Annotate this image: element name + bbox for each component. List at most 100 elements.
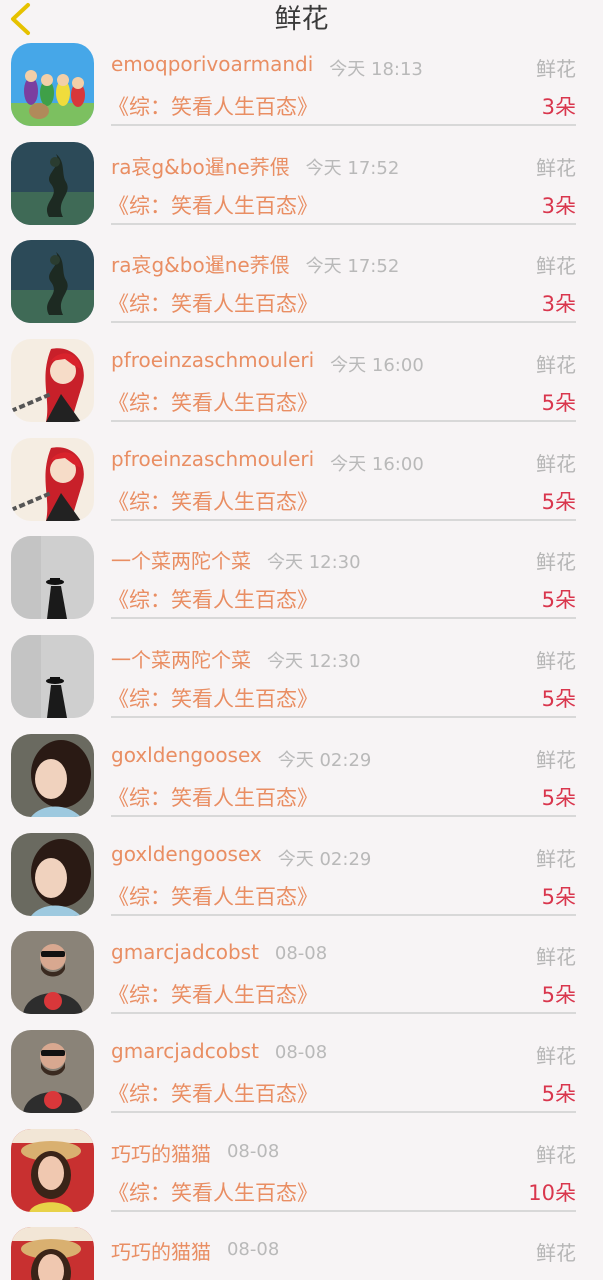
book-title[interactable]: 《综：笑看人生百态》 — [108, 91, 318, 121]
user-name[interactable]: 巧巧的猫猫 — [111, 1138, 211, 1167]
list-item[interactable]: 一个菜两陀个菜 今天 12:30 鲜花《综：笑看人生百态》 5朵 — [0, 533, 603, 632]
avatar[interactable] — [11, 437, 94, 521]
book-title[interactable]: 《综：笑看人生百态》 — [108, 683, 318, 713]
list-item[interactable]: 巧巧的猫猫 08-08 鲜花《综：笑看人生百态》 10朵 — [0, 1224, 603, 1280]
avatar[interactable] — [11, 1128, 94, 1212]
avatar[interactable] — [11, 43, 94, 126]
book-title[interactable]: 《综：笑看人生百态》 — [108, 584, 318, 614]
divider — [111, 1110, 576, 1113]
book-title[interactable]: 《综：笑看人生百态》 — [108, 190, 318, 220]
flower-label: 鲜花 — [536, 155, 576, 180]
divider — [111, 321, 576, 324]
avatar[interactable] — [11, 536, 94, 620]
book-title[interactable]: 《综：笑看人生百态》 — [108, 486, 318, 516]
flower-count: 5朵 — [541, 687, 576, 712]
timestamp: 今天 16:00 — [330, 453, 424, 475]
timestamp: 08-08 — [226, 1140, 280, 1162]
user-name[interactable]: 巧巧的猫猫 — [111, 1236, 211, 1265]
book-title[interactable]: 《综：笑看人生百态》 — [108, 1177, 318, 1207]
divider — [111, 222, 576, 225]
divider — [111, 814, 576, 817]
list-item[interactable]: pfroeinzaschmouleri 今天 16:00 鲜花 《综：笑看人生百态》 5… — [0, 336, 603, 435]
timestamp: 08-08 — [274, 943, 328, 965]
user-name[interactable]: ra哀g&bo暹ne荞偎 — [111, 249, 290, 278]
avatar[interactable] — [11, 339, 94, 423]
flower-label: 鲜花 — [536, 1241, 576, 1266]
avatar[interactable] — [11, 141, 94, 225]
timestamp: 今天 12:30 — [266, 651, 361, 673]
flower-list: emoqporivoarmandi 今天 18:13 鲜花 《综：笑看人生百态》 3朵 … — [0, 40, 603, 1280]
flower-label: 鲜花 — [536, 747, 576, 772]
flower-label: 鲜花 — [536, 1043, 576, 1068]
timestamp: 今天 12:30 — [266, 552, 361, 574]
book-title[interactable]: 《综：笑看人生百态》 — [108, 782, 318, 812]
flower-count: 5朵 — [541, 391, 576, 416]
timestamp: 08-08 — [226, 1239, 280, 1261]
divider — [111, 420, 576, 423]
avatar[interactable] — [11, 1029, 94, 1113]
flower-count: 5朵 — [541, 983, 576, 1008]
divider — [111, 617, 576, 620]
list-item[interactable]: gmarcjadcobst 08-08 鲜花《综：笑看人生百态》 5朵 — [0, 1027, 603, 1126]
list-item[interactable]: 巧巧的猫猫 08-08 鲜花《综：笑看人生百态》 10朵 — [0, 1126, 603, 1225]
list-item[interactable]: 一个菜两陀个菜 今天 12:30 鲜花《综：笑看人生百态》 5朵 — [0, 632, 603, 731]
book-title[interactable]: 《综：笑看人生百态》 — [108, 881, 318, 911]
user-name[interactable]: goxldengoosex — [111, 842, 262, 866]
list-item[interactable]: gmarcjadcobst 08-08 鲜花 《综：笑看人生百态》 5朵 — [0, 928, 603, 1027]
avatar[interactable] — [11, 240, 94, 324]
user-name[interactable]: goxldengoosex — [111, 743, 262, 767]
avatar[interactable] — [11, 1227, 94, 1280]
flower-label: 鲜花 — [536, 1142, 576, 1167]
book-title[interactable]: 《综：笑看人生百态》 — [108, 1275, 318, 1280]
user-name[interactable]: gmarcjadcobst — [111, 1039, 259, 1063]
user-name[interactable]: pfroeinzaschmouleri — [111, 348, 314, 372]
flower-count: 5朵 — [541, 489, 576, 514]
avatar[interactable] — [11, 635, 94, 719]
book-title[interactable]: 《综：笑看人生百态》 — [108, 979, 318, 1009]
timestamp: 08-08 — [274, 1041, 328, 1063]
book-title[interactable]: 《综：笑看人生百态》 — [108, 387, 318, 417]
user-name[interactable]: 一个菜两陀个菜 — [111, 644, 251, 673]
avatar[interactable] — [11, 733, 94, 817]
timestamp: 今天 16:00 — [330, 355, 424, 377]
flower-label: 鲜花 — [536, 57, 576, 81]
divider — [111, 518, 576, 521]
list-item[interactable]: emoqporivoarmandi 今天 18:13 鲜花 《综：笑看人生百态》 3朵 — [0, 40, 603, 139]
timestamp: 今天 02:29 — [277, 749, 372, 771]
list-item[interactable]: goxldengoosex 今天 02:29 鲜花《综：笑看人生百态》 5朵 — [0, 830, 603, 929]
flower-count: 10朵 — [528, 1275, 576, 1280]
flower-count: 5朵 — [541, 1081, 576, 1106]
flower-label: 鲜花 — [536, 846, 576, 871]
timestamp: 今天 02:29 — [277, 848, 372, 870]
list-item[interactable]: ra哀g&bo暹ne荞偎 今天 17:52 鲜花 《综：笑看人生百态》 3朵 — [0, 139, 603, 238]
avatar[interactable] — [11, 931, 94, 1015]
book-title[interactable]: 《综：笑看人生百态》 — [108, 288, 318, 318]
user-name[interactable]: gmarcjadcobst — [111, 940, 259, 964]
timestamp: 今天 17:52 — [305, 157, 400, 179]
flower-label: 鲜花 — [536, 649, 576, 674]
header-bar: 鲜花 — [0, 0, 603, 40]
book-title[interactable]: 《综：笑看人生百态》 — [108, 1078, 318, 1108]
flower-label: 鲜花 — [536, 451, 576, 476]
user-name[interactable]: pfroeinzaschmouleri — [111, 447, 314, 471]
flower-label: 鲜花 — [536, 550, 576, 575]
user-name[interactable]: emoqporivoarmandi — [111, 52, 313, 76]
flower-count: 5朵 — [541, 884, 576, 909]
list-item[interactable]: goxldengoosex 今天 02:29 鲜花《综：笑看人生百态》 5朵 — [0, 731, 603, 830]
user-name[interactable]: 一个菜两陀个菜 — [111, 545, 251, 574]
user-name[interactable]: ra哀g&bo暹ne荞偎 — [111, 151, 290, 180]
flower-count: 5朵 — [541, 588, 576, 613]
flower-count: 10朵 — [528, 1180, 576, 1205]
divider — [111, 124, 576, 126]
page-title: 鲜花 — [274, 4, 329, 35]
flower-label: 鲜花 — [536, 254, 576, 279]
divider — [111, 716, 576, 719]
avatar[interactable] — [11, 832, 94, 916]
divider — [111, 1209, 576, 1212]
list-item[interactable]: pfroeinzaschmouleri 今天 16:00 鲜花《综：笑看人生百态》 5… — [0, 435, 603, 534]
list-item[interactable]: ra哀g&bo暹ne荞偎 今天 17:52 鲜花 《综：笑看人生百态》 3朵 — [0, 237, 603, 336]
app-screen: 鲜花 emoqporivoarmandi 今天 18:13 鲜花 《综：笑看人生百态》… — [0, 0, 603, 1280]
divider — [111, 1012, 576, 1015]
flower-count: 5朵 — [541, 785, 576, 810]
flower-count: 3朵 — [541, 95, 576, 119]
